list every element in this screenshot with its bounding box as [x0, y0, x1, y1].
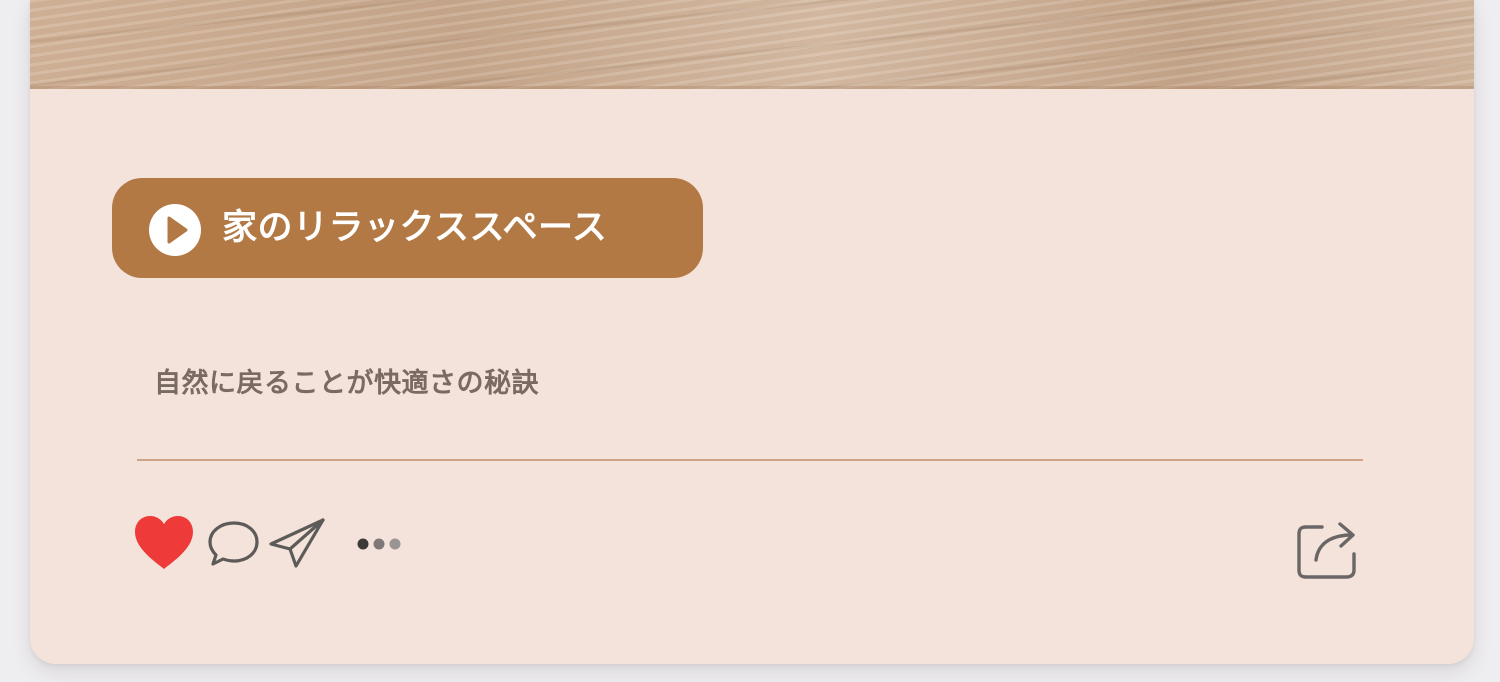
post-photo[interactable] — [30, 0, 1474, 89]
post-card: 家のリラックススペース 自然に戻ることが快適さの秘訣 — [30, 0, 1474, 664]
more-icon[interactable] — [352, 530, 412, 558]
paper-plane-icon[interactable] — [268, 516, 326, 570]
share-icon[interactable] — [1294, 516, 1360, 580]
photo-edge-shadow — [30, 86, 1474, 89]
post-title: 家のリラックススペース — [222, 208, 608, 248]
comment-icon[interactable] — [206, 518, 262, 570]
play-title-button[interactable]: 家のリラックススペース — [112, 178, 703, 278]
play-icon — [148, 203, 202, 257]
divider — [137, 459, 1363, 461]
post-caption: 自然に戻ることが快適さの秘訣 — [154, 368, 539, 399]
heart-icon[interactable] — [133, 514, 195, 572]
